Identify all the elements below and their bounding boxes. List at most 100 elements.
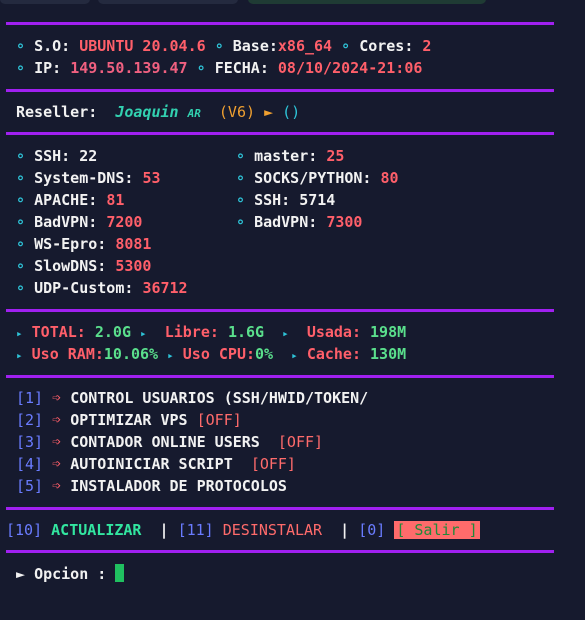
ram-value: 10.06%: [103, 345, 159, 363]
top-tab-3: [248, 0, 486, 4]
terminal-cursor[interactable]: [115, 564, 125, 582]
top-tab-2: [98, 0, 238, 4]
total-label: TOTAL:: [31, 323, 86, 341]
port-value: 81: [106, 191, 125, 209]
port-item: ∘ System-DNS: 53: [16, 168, 161, 188]
triangle-right-icon: ▸: [16, 327, 23, 340]
port-item: ∘ SSH: 5714: [236, 190, 335, 210]
port-item: ∘ master: 25: [236, 146, 344, 166]
bottom-actions: [10] ACTUALIZAR | [11] DESINSTALAR | [0]…: [6, 520, 480, 540]
port-label: BadVPN:: [34, 213, 98, 231]
menu-item-4[interactable]: [4] ➩ AUTOINICIAR SCRIPT [OFF]: [16, 454, 296, 474]
menu-number: [2]: [16, 411, 44, 429]
salir-option[interactable]: [0] [ Salir ]: [358, 521, 480, 539]
port-item: ∘ SlowDNS: 5300: [16, 256, 151, 276]
libre-label: Libre:: [164, 323, 219, 341]
port-value: 5714: [299, 191, 336, 209]
play-icon: ►: [16, 565, 26, 583]
so-value: UBUNTU 20.04.6: [79, 37, 206, 55]
triangle-right-icon: ▸: [16, 349, 23, 362]
bullet-icon: ∘: [236, 213, 246, 231]
sysinfo-row-1: ∘ S.O: UBUNTU 20.04.6 ∘ Base:x86_64 ∘ Co…: [16, 36, 431, 56]
port-item: ∘ SOCKS/PYTHON: 80: [236, 168, 399, 188]
bullet-icon: ∘: [196, 59, 206, 77]
bullet-icon: ∘: [16, 191, 26, 209]
bullet-icon: ∘: [16, 37, 26, 55]
triangle-right-icon: ▸: [167, 349, 174, 362]
port-item: ∘ WS-Epro: 8081: [16, 234, 151, 254]
menu-label: OPTIMIZAR VPS: [70, 411, 188, 429]
libre-value: 1.6G: [227, 323, 265, 341]
top-tab-bar: [0, 0, 585, 6]
triangle-right-icon: ▸: [282, 327, 289, 340]
menu-status: [OFF]: [277, 433, 324, 451]
port-label: SSH:: [34, 147, 71, 165]
resources-row-1: ▸ TOTAL: 2.0G ▸ Libre: 1.6G ▸ Usada: 198…: [16, 322, 406, 342]
base-label: Base:: [232, 37, 278, 55]
prompt-row: ► Opcion :: [16, 564, 125, 584]
ip-value: 149.50.139.47: [70, 59, 188, 77]
cache-label: Cache:: [306, 345, 361, 363]
port-value: 22: [79, 147, 98, 165]
reseller-name: Joaquin: [115, 103, 179, 121]
bullet-icon: ∘: [214, 37, 224, 55]
port-label: SOCKS/PYTHON:: [254, 169, 372, 187]
cpu-label: Uso CPU:: [182, 345, 256, 363]
usada-value: 198M: [370, 323, 407, 341]
bullet-icon: ∘: [236, 191, 246, 209]
bullet-icon: ∘: [236, 147, 246, 165]
menu-item-5[interactable]: [5] ➩ INSTALADOR DE PROTOCOLOS: [16, 476, 287, 496]
divider-line: [6, 507, 554, 510]
menu-status: [OFF]: [196, 411, 242, 429]
desinstalar-option[interactable]: [11] DESINSTALAR: [178, 521, 323, 539]
menu-item-3[interactable]: [3] ➩ CONTADOR ONLINE USERS [OFF]: [16, 432, 323, 452]
menu-item-1[interactable]: [1] ➩ CONTROL USUARIOS (SSH/HWID/TOKEN/: [16, 388, 368, 408]
cores-value: 2: [422, 37, 432, 55]
menu-number: [3]: [16, 433, 44, 451]
play-icon: ►: [264, 103, 274, 121]
cores-label: Cores:: [359, 37, 414, 55]
reseller-label: Reseller:: [16, 103, 98, 121]
bullet-icon: ∘: [16, 169, 26, 187]
port-value: 8081: [115, 235, 152, 253]
divider-line: [6, 89, 554, 92]
cpu-value: 0%: [255, 345, 274, 363]
ip-label: IP:: [34, 59, 62, 77]
separator: |: [340, 521, 350, 539]
so-label: S.O:: [34, 37, 71, 55]
bullet-icon: ∘: [341, 37, 351, 55]
menu-label: CONTADOR ONLINE USERS: [70, 433, 260, 451]
reseller-version: (V6): [218, 103, 256, 121]
port-value: 25: [326, 147, 345, 165]
desinstalar-label: DESINSTALAR: [222, 521, 323, 539]
port-value: 53: [142, 169, 161, 187]
menu-item-2[interactable]: [2] ➩ OPTIMIZAR VPS [OFF]: [16, 410, 242, 430]
bullet-icon: ∘: [16, 213, 26, 231]
fecha-value: 08/10/2024-21:06: [277, 59, 423, 77]
resources-row-2: ▸ Uso RAM:10.06% ▸ Uso CPU:0% ▸ Cache: 1…: [16, 344, 406, 364]
menu-label: INSTALADOR DE PROTOCOLOS: [70, 477, 287, 495]
port-label: WS-Epro:: [34, 235, 107, 253]
port-label: SlowDNS:: [34, 257, 107, 275]
port-value: 80: [380, 169, 399, 187]
bullet-icon: ∘: [16, 147, 26, 165]
menu-number: [1]: [16, 389, 44, 407]
port-label: System-DNS:: [34, 169, 134, 187]
actualizar-label: ACTUALIZAR: [51, 521, 142, 539]
port-value: 7300: [326, 213, 363, 231]
separator: |: [159, 521, 169, 539]
triangle-right-icon: ▸: [291, 349, 298, 362]
salir-button[interactable]: [ Salir ]: [394, 521, 480, 539]
fecha-label: FECHA:: [214, 59, 269, 77]
cache-value: 130M: [370, 345, 407, 363]
arrow-icon: ➩: [52, 455, 62, 473]
top-tab-1: [0, 0, 90, 4]
actualizar-option[interactable]: [10] ACTUALIZAR: [6, 521, 141, 539]
port-item: ∘ SSH: 22: [16, 146, 97, 166]
prompt-label: Opcion :: [34, 565, 107, 583]
bullet-icon: ∘: [16, 257, 26, 275]
reseller-parens: (): [282, 103, 301, 121]
arrow-icon: ➩: [52, 389, 62, 407]
menu-label: CONTROL USUARIOS (SSH/HWID/TOKEN/: [70, 389, 369, 407]
total-value: 2.0G: [94, 323, 131, 341]
